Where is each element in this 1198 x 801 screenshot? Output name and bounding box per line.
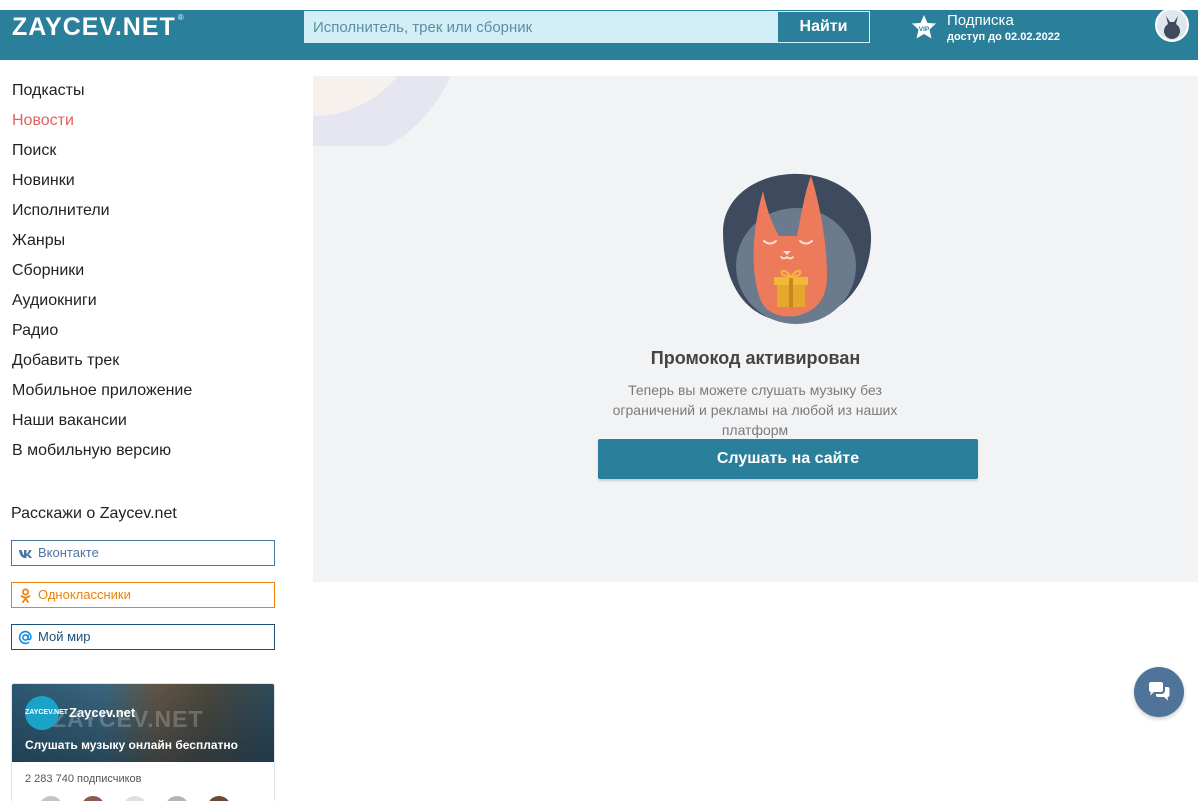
rabbit-gift-illustration xyxy=(723,173,872,324)
chat-bubbles-icon xyxy=(1149,682,1170,701)
decorative-circles xyxy=(313,76,451,146)
vip-star-icon: VIP xyxy=(912,15,936,39)
share-mymir-button[interactable]: Мой мир xyxy=(11,624,275,650)
share-mymir-label: Мой мир xyxy=(38,629,91,644)
sidebar-item-radio[interactable]: Радио xyxy=(12,320,272,350)
promo-activated-card: Промокод активирован Теперь вы можете сл… xyxy=(313,76,1198,582)
sidebar-item-mobile-version[interactable]: В мобильную версию xyxy=(12,440,272,470)
widget-subscriber-count: 2 283 740 подписчиков xyxy=(25,773,142,785)
odnoklassniki-icon xyxy=(20,588,31,603)
member-avatar[interactable] xyxy=(39,796,63,801)
share-vk-label: Вконтакте xyxy=(38,545,99,560)
share-ok-button[interactable]: Одноклассники xyxy=(11,582,275,608)
sidebar-item-artists[interactable]: Исполнители xyxy=(12,200,272,230)
sidebar-item-mobile-app[interactable]: Мобильное приложение xyxy=(12,380,272,410)
header-inner: ZAYCEV.NET® Найти VIP Подписка доступ до… xyxy=(0,8,1198,60)
widget-community-description: Слушать музыку онлайн бесплатно xyxy=(25,738,238,752)
sidebar-item-vacancies[interactable]: Наши вакансии xyxy=(12,410,272,440)
sidebar-item-podcasts[interactable]: Подкасты xyxy=(12,80,272,110)
member-avatar[interactable] xyxy=(165,796,189,801)
sidebar-item-genres[interactable]: Жанры xyxy=(12,230,272,260)
site-logo[interactable]: ZAYCEV.NET ® xyxy=(12,13,185,42)
sidebar-item-news[interactable]: Новости xyxy=(12,110,272,140)
search-button[interactable]: Найти xyxy=(777,11,870,43)
sidebar-item-add-track[interactable]: Добавить трек xyxy=(12,350,272,380)
member-avatar[interactable] xyxy=(207,796,231,801)
rabbit-avatar-icon xyxy=(1157,10,1187,40)
user-avatar[interactable] xyxy=(1155,8,1189,42)
search-input[interactable] xyxy=(304,11,778,43)
sidebar-item-collections[interactable]: Сборники xyxy=(12,260,272,290)
widget-cover-image: ZAYCEV.NET ZAYCEV.NET Zaycev.net Слушать… xyxy=(12,684,274,762)
sidebar-nav: Подкасты Новости Поиск Новинки Исполните… xyxy=(12,80,272,470)
subscription-expiry: доступ до 02.02.2022 xyxy=(947,31,1060,43)
vip-icon-label: VIP xyxy=(919,26,930,33)
vk-icon xyxy=(19,550,32,558)
share-vk-button[interactable]: Вконтакте xyxy=(11,540,275,566)
share-ok-label: Одноклассники xyxy=(38,587,131,602)
promo-title: Промокод активирован xyxy=(650,348,861,368)
member-avatar[interactable] xyxy=(81,796,105,801)
vk-community-widget[interactable]: ZAYCEV.NET ZAYCEV.NET Zaycev.net Слушать… xyxy=(11,683,275,801)
subscription-link[interactable]: VIP Подписка доступ до 02.02.2022 xyxy=(910,12,1070,48)
sidebar-item-search[interactable]: Поиск xyxy=(12,140,272,170)
sidebar-item-new-releases[interactable]: Новинки xyxy=(12,170,272,200)
sidebar-item-audiobooks[interactable]: Аудиокниги xyxy=(12,290,272,320)
widget-community-name[interactable]: Zaycev.net xyxy=(69,705,135,720)
support-chat-button[interactable] xyxy=(1134,667,1184,717)
share-title: Расскажи о Zaycev.net xyxy=(11,505,177,522)
logo-text: ZAYCEV.NET xyxy=(12,13,176,41)
widget-community-logo[interactable]: ZAYCEV.NET xyxy=(25,696,68,730)
site-header: ZAYCEV.NET® Найти VIP Подписка доступ до… xyxy=(0,0,1198,60)
subscription-title: Подписка xyxy=(947,12,1014,29)
promo-description: Теперь вы можете слушать музыку без огра… xyxy=(612,382,898,438)
widget-member-avatars xyxy=(25,796,231,801)
logo-registered-mark: ® xyxy=(177,12,185,22)
listen-on-site-button[interactable]: Слушать на сайте xyxy=(598,439,978,479)
member-avatar[interactable] xyxy=(123,796,147,801)
at-sign-icon xyxy=(18,630,32,645)
